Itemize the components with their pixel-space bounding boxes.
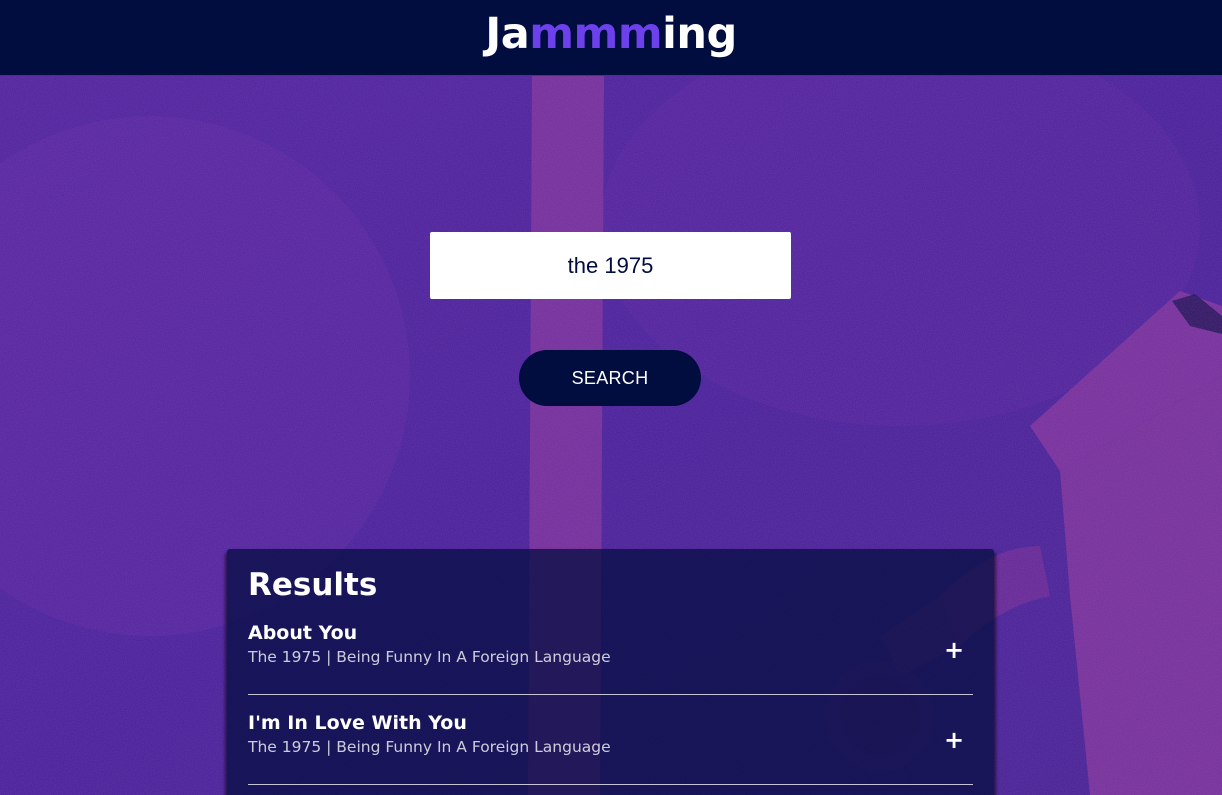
search-button[interactable]: SEARCH (519, 350, 701, 406)
track-name: About You (248, 622, 358, 644)
track-artist-album: The 1975 | Being Funny In A Foreign Lang… (248, 648, 611, 666)
track-row: I'm In Love With You The 1975 | Being Fu… (248, 695, 973, 785)
app-page: Jammming SEARCH Results About You The 19… (0, 0, 1222, 795)
results-title: Results (248, 567, 378, 603)
app-logo: Jammming (485, 13, 737, 56)
add-track-button[interactable]: + (939, 635, 969, 665)
app-header: Jammming (0, 0, 1222, 76)
logo-prefix: Ja (485, 9, 530, 59)
track-name: I'm In Love With You (248, 712, 467, 734)
track-artist-album: The 1975 | Being Funny In A Foreign Lang… (248, 738, 611, 756)
results-panel: Results About You The 1975 | Being Funny… (227, 549, 994, 795)
track-info: About You The 1975 | Being Funny In A Fo… (248, 621, 611, 669)
logo-highlight: mmm (529, 9, 663, 59)
track-info: I'm In Love With You The 1975 | Being Fu… (248, 711, 611, 759)
logo-suffix: ing (662, 9, 737, 59)
search-input[interactable] (430, 232, 791, 299)
add-track-button[interactable]: + (939, 725, 969, 755)
track-row: About You The 1975 | Being Funny In A Fo… (248, 605, 973, 695)
